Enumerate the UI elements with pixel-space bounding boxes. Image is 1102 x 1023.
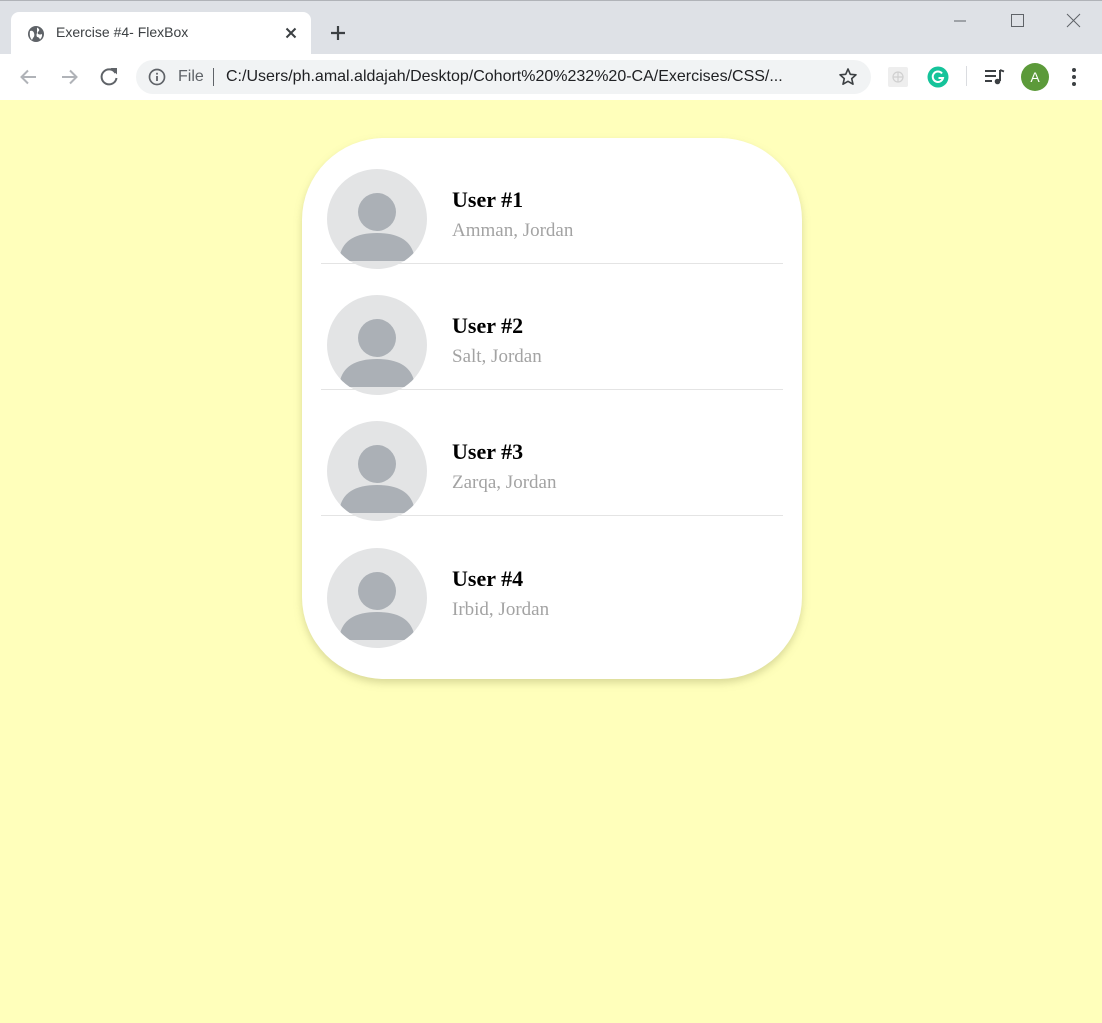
user-location: Irbid, Jordan bbox=[452, 599, 550, 620]
minimize-icon[interactable] bbox=[945, 9, 975, 33]
window-close-icon[interactable] bbox=[1058, 9, 1088, 33]
address-bar[interactable]: File C:/Users/ph.amal.aldajah/Desktop/Co… bbox=[136, 60, 871, 94]
user-location: Salt, Jordan bbox=[452, 346, 542, 367]
maximize-icon[interactable] bbox=[1002, 9, 1032, 33]
person-icon bbox=[339, 319, 415, 387]
tab-strip: Exercise #4- FlexBox bbox=[0, 0, 1102, 55]
extension-icon[interactable] bbox=[887, 66, 909, 88]
tab-title: Exercise #4- FlexBox bbox=[56, 24, 189, 40]
user-location: Amman, Jordan bbox=[452, 220, 574, 241]
grammarly-icon[interactable] bbox=[927, 66, 949, 88]
user-list-item: User #4 Irbid, Jordan bbox=[321, 517, 783, 648]
user-name: User #2 bbox=[452, 313, 524, 338]
user-list-item: User #2 Salt, Jordan bbox=[321, 264, 783, 395]
back-arrow-icon[interactable] bbox=[16, 64, 42, 90]
user-avatar bbox=[327, 548, 427, 648]
user-avatar bbox=[327, 295, 427, 395]
media-playlist-icon[interactable] bbox=[983, 66, 1005, 88]
browser-chrome: Exercise #4- FlexBox File C:/Users/ph.am… bbox=[0, 0, 1102, 100]
user-location: Zarqa, Jordan bbox=[452, 472, 557, 493]
close-icon[interactable] bbox=[281, 23, 301, 43]
user-list-card: User #1 Amman, Jordan User #2 Salt, Jord… bbox=[302, 138, 802, 679]
plus-icon[interactable] bbox=[326, 21, 350, 45]
tab-active[interactable]: Exercise #4- FlexBox bbox=[11, 12, 311, 55]
address-scheme-label: File bbox=[178, 68, 204, 85]
reload-icon[interactable] bbox=[96, 64, 122, 90]
user-name: User #3 bbox=[452, 439, 524, 464]
person-icon bbox=[339, 572, 415, 640]
forward-arrow-icon[interactable] bbox=[56, 64, 82, 90]
address-separator bbox=[213, 68, 214, 86]
user-name: User #1 bbox=[452, 187, 524, 212]
person-icon bbox=[339, 445, 415, 513]
user-avatar bbox=[327, 421, 427, 521]
globe-icon bbox=[28, 26, 44, 42]
kebab-menu-icon[interactable] bbox=[1066, 66, 1082, 88]
person-icon bbox=[339, 193, 415, 261]
address-url[interactable]: C:/Users/ph.amal.aldajah/Desktop/Cohort%… bbox=[226, 68, 783, 86]
toolbar-separator bbox=[966, 66, 967, 86]
info-icon[interactable] bbox=[148, 68, 166, 86]
profile-avatar[interactable]: A bbox=[1021, 63, 1049, 91]
user-avatar bbox=[327, 169, 427, 269]
user-name: User #4 bbox=[452, 566, 524, 591]
user-list-item: User #3 Zarqa, Jordan bbox=[321, 390, 783, 521]
star-icon[interactable] bbox=[838, 67, 858, 87]
user-list-item: User #1 Amman, Jordan bbox=[321, 138, 783, 269]
